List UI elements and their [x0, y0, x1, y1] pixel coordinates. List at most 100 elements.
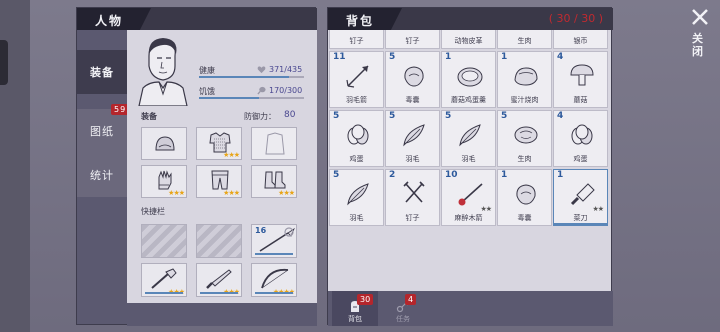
- tab-equipment[interactable]: 装备: [77, 50, 127, 94]
- character-title: 人物: [77, 8, 151, 30]
- helmet-icon: [155, 136, 175, 151]
- quick-slot-spear[interactable]: 16: [251, 224, 297, 258]
- health-label: 健康: [199, 66, 215, 75]
- quick-slot-durability: [255, 253, 293, 255]
- quickbar-label: 快捷栏: [141, 207, 165, 216]
- inventory-slot[interactable]: 5 鸡蛋: [329, 110, 384, 167]
- quick-slot-torch[interactable]: ★★★: [141, 263, 187, 297]
- poison-sac-icon: [404, 66, 424, 87]
- item-count: 5: [333, 111, 340, 121]
- inventory-slot[interactable]: 1 蜜汁烧肉: [497, 51, 552, 108]
- boots-slot[interactable]: ★★★: [251, 165, 297, 198]
- inventory-slot[interactable]: 钉子: [385, 30, 440, 49]
- close-icon: [692, 9, 708, 25]
- left-edge-strip: [0, 0, 30, 332]
- gloves-slot[interactable]: ★★★: [141, 165, 187, 198]
- helmet-slot[interactable]: [141, 127, 187, 160]
- inventory-slot[interactable]: 5 羽毛: [441, 110, 496, 167]
- cloak-slot[interactable]: [251, 127, 297, 160]
- item-count: 5: [389, 52, 396, 62]
- health-value: 371/435: [269, 65, 303, 74]
- item-count: 1: [501, 52, 508, 62]
- backpack-header: 背包 ( 30 / 30 ): [328, 8, 613, 30]
- tab-quests-label: 任务: [396, 315, 410, 323]
- item-stars: ★★: [480, 205, 492, 213]
- item-name: 羽毛: [405, 155, 420, 163]
- quick-slot-locked-2[interactable]: [196, 224, 242, 258]
- quick-slot-machete[interactable]: ★★★: [196, 263, 242, 297]
- item-name: 银币: [573, 37, 588, 45]
- inventory-slot[interactable]: 5 生肉: [497, 110, 552, 167]
- inventory-slot[interactable]: 5 羽毛: [329, 169, 384, 226]
- poison-sac-icon: [516, 184, 536, 205]
- backpack-title: 背包: [328, 8, 402, 30]
- item-name: 钉子: [405, 37, 420, 45]
- nail-icon: [344, 30, 372, 31]
- inventory-slot[interactable]: 生肉: [497, 30, 552, 49]
- item-stars: ★★: [592, 205, 604, 213]
- tab-statistics[interactable]: 统计: [77, 153, 127, 197]
- armor-stars: ★★★: [223, 151, 240, 159]
- item-count: 11: [333, 52, 346, 62]
- backpack-panel: 背包 ( 30 / 30 ) 钉子 钉子 动物皮革 生肉 银币 11 羽毛箭 5 毒囊 1 蘑菇鸡蛋…: [327, 7, 613, 326]
- inventory-slot[interactable]: 2 钉子: [385, 169, 440, 226]
- hunger-bar: [199, 97, 304, 99]
- inventory-slot[interactable]: 动物皮革: [441, 30, 496, 49]
- character-footer: [127, 303, 317, 326]
- boots-stars: ★★★: [278, 189, 295, 197]
- egg-icon: [571, 124, 593, 145]
- inventory-slot[interactable]: 5 羽毛: [385, 110, 440, 167]
- item-name: 钉子: [405, 214, 420, 222]
- item-count: 4: [557, 111, 564, 121]
- nail-icon: [400, 30, 428, 31]
- nail-icon: [403, 181, 425, 203]
- inventory-slot[interactable]: 银币: [553, 30, 608, 49]
- silver-coin-icon: [568, 30, 596, 31]
- inventory-slot[interactable]: 10 ★★ 麻醉木箭: [441, 169, 496, 226]
- avatar: [135, 36, 189, 107]
- quests-tab-badge: 4: [405, 294, 417, 305]
- gauntlet-icon: [158, 170, 172, 190]
- item-name: 羽毛: [349, 214, 364, 222]
- item-name: 麻醉木箭: [454, 214, 483, 222]
- legs-slot[interactable]: ★★★: [196, 165, 242, 198]
- leather-icon: [456, 30, 484, 31]
- item-count: 1: [557, 170, 564, 180]
- item-count: 10: [445, 170, 458, 180]
- close-button[interactable]: 关闭: [682, 0, 720, 70]
- tab-backpack[interactable]: 30 背包: [332, 291, 378, 326]
- item-count: 5: [389, 111, 396, 121]
- tab-blueprints-label: 图纸: [90, 125, 114, 138]
- feather-icon: [347, 183, 369, 206]
- tab-quests[interactable]: 4 任务: [380, 291, 426, 326]
- backpack-tab-badge: 30: [357, 294, 374, 305]
- bow-durability: [255, 292, 293, 294]
- quick-slot-locked-1[interactable]: [141, 224, 187, 258]
- item-name: 生肉: [517, 37, 532, 45]
- inventory-slot[interactable]: 1 蘑菇鸡蛋羹: [441, 51, 496, 108]
- inventory-slot[interactable]: 5 毒囊: [385, 51, 440, 108]
- item-name: 鸡蛋: [573, 155, 588, 163]
- egg-icon: [347, 124, 369, 145]
- inventory-slot[interactable]: 11 羽毛箭: [329, 51, 384, 108]
- cleaver-icon: [570, 183, 595, 206]
- character-header: 人物: [77, 8, 317, 30]
- inventory-slot[interactable]: 4 蘑菇: [553, 51, 608, 108]
- inventory-slot[interactable]: 钉子: [329, 30, 384, 49]
- tab-blueprints[interactable]: 图纸 59: [77, 104, 130, 153]
- defense-label: 防御力：: [244, 112, 276, 121]
- inventory-slot[interactable]: 1 ★★ 菜刀: [553, 169, 608, 226]
- inventory-slot[interactable]: 4 鸡蛋: [553, 110, 608, 167]
- selection-bar: [554, 223, 607, 225]
- feather-icon: [459, 124, 481, 147]
- tab-backpack-label: 背包: [348, 315, 362, 323]
- quick-slot-bow[interactable]: ★★★★: [251, 263, 297, 297]
- item-name: 蘑菇鸡蛋羹: [451, 96, 486, 104]
- legs-stars: ★★★: [223, 189, 240, 197]
- item-count: 1: [445, 52, 452, 62]
- armor-slot[interactable]: ★★★: [196, 127, 242, 160]
- item-name: 菜刀: [573, 214, 588, 222]
- inventory-slot[interactable]: 1 毒囊: [497, 169, 552, 226]
- item-count: 5: [445, 111, 452, 121]
- gloves-stars: ★★★: [168, 189, 185, 197]
